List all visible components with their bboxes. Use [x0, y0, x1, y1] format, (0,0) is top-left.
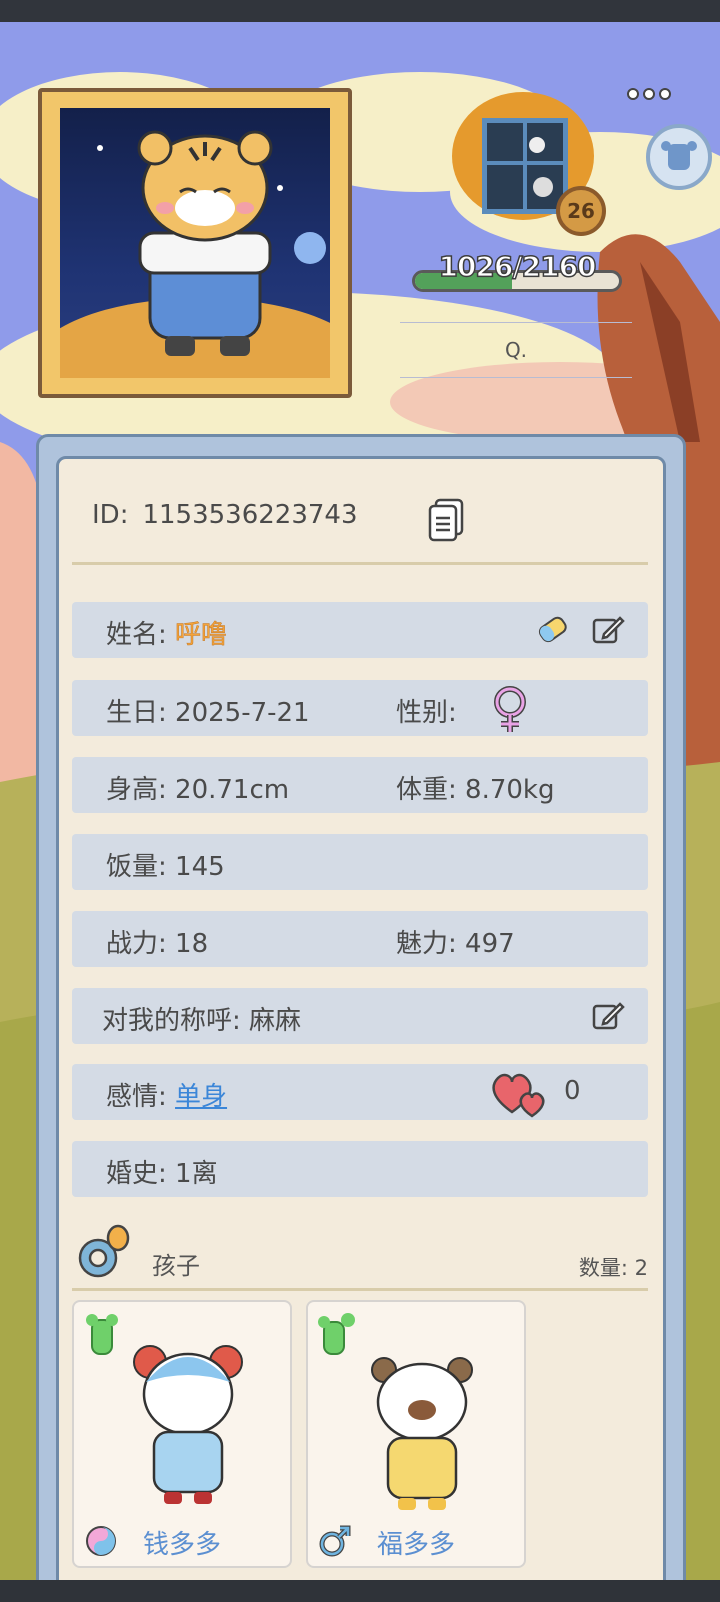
appetite-row: 饭量: 145: [72, 834, 648, 890]
name-label: 姓名:: [106, 620, 167, 650]
copy-icon[interactable]: [428, 498, 464, 544]
address-value: 麻麻: [249, 1006, 302, 1036]
marriage-label: 婚史:: [106, 1159, 167, 1189]
window-cats-icon: [487, 123, 563, 209]
relationship-link[interactable]: 单身: [175, 1082, 227, 1112]
more-options-button[interactable]: [624, 82, 674, 106]
power-value: 18: [175, 929, 209, 959]
height-label: 身高:: [106, 775, 167, 805]
female-symbol-icon: [494, 686, 526, 732]
divider: [72, 562, 648, 565]
home-window-icon: [482, 118, 568, 214]
relationship-row: 感情: 单身 0: [72, 1064, 648, 1120]
child-card[interactable]: 福多多: [306, 1300, 526, 1568]
bottom-bar: [0, 1580, 720, 1602]
appetite-value: 145: [175, 852, 225, 882]
charm-label: 魅力:: [396, 929, 457, 959]
child-name: 福多多: [376, 1530, 455, 1560]
pacifier-icon: [78, 1224, 130, 1278]
name-value: 呼噜: [175, 620, 228, 651]
level-badge: 26: [556, 186, 606, 236]
children-count: 数量: 2: [578, 1256, 648, 1280]
marriage-history-row: 婚史: 1离: [72, 1141, 648, 1197]
id-value: 1153536223743: [142, 500, 358, 530]
bear-avatar-icon: [661, 141, 697, 170]
pet-portrait: [60, 108, 330, 378]
pet-portrait-frame[interactable]: [38, 88, 352, 398]
address-label: 对我的称呼:: [102, 1006, 241, 1036]
marriage-value: 1离: [175, 1159, 218, 1189]
child-name: 钱多多: [142, 1530, 221, 1560]
height-weight-row: 身高: 20.71cm 体重: 8.70kg: [72, 757, 648, 813]
id-row: ID: 1153536223743: [92, 500, 358, 530]
edit-icon[interactable]: [590, 998, 626, 1034]
divider: [72, 1288, 648, 1291]
children-title: 孩子: [152, 1252, 200, 1280]
dot-icon: [627, 88, 639, 100]
children-header: 孩子 数量: 2: [72, 1224, 648, 1288]
name-row: 姓名: 呼噜: [72, 602, 648, 658]
power-label: 战力:: [106, 929, 167, 959]
power-charm-row: 战力: 18 魅力: 497: [72, 911, 648, 967]
address-row: 对我的称呼: 麻麻: [72, 988, 648, 1044]
dot-icon: [643, 88, 655, 100]
id-label: ID:: [92, 500, 129, 530]
height-value: 20.71cm: [175, 775, 290, 805]
child-character-icon: [133, 1345, 243, 1504]
relationship-label: 感情:: [106, 1082, 167, 1112]
hearts-icon: [492, 1073, 545, 1118]
birthday-gender-row: 生日: 2025-7-21 性别:: [72, 680, 648, 736]
gummy-bear-balloon-icon: [318, 1313, 355, 1355]
charm-value: 497: [465, 929, 515, 959]
child-card[interactable]: 钱多多: [72, 1300, 292, 1568]
eraser-icon[interactable]: [534, 612, 570, 648]
tiger-character-icon: [97, 130, 326, 356]
weight-value: 8.70kg: [465, 775, 555, 805]
user-avatar-button[interactable]: [646, 124, 712, 190]
appetite-label: 饭量:: [106, 852, 167, 882]
gummy-bear-icon: [86, 1314, 118, 1355]
experience-text: 1026/2160: [438, 249, 598, 284]
edit-icon[interactable]: [590, 612, 626, 648]
child-character-icon: [371, 1357, 473, 1510]
status-bar: [0, 0, 720, 22]
hearts-count: 0: [564, 1076, 581, 1106]
search-field[interactable]: Q.: [400, 322, 632, 378]
dot-icon: [659, 88, 671, 100]
birthday-label: 生日:: [106, 698, 167, 728]
birthday-value: 2025-7-21: [175, 698, 310, 728]
gender-label: 性别:: [396, 698, 457, 728]
weight-label: 体重:: [396, 775, 457, 805]
